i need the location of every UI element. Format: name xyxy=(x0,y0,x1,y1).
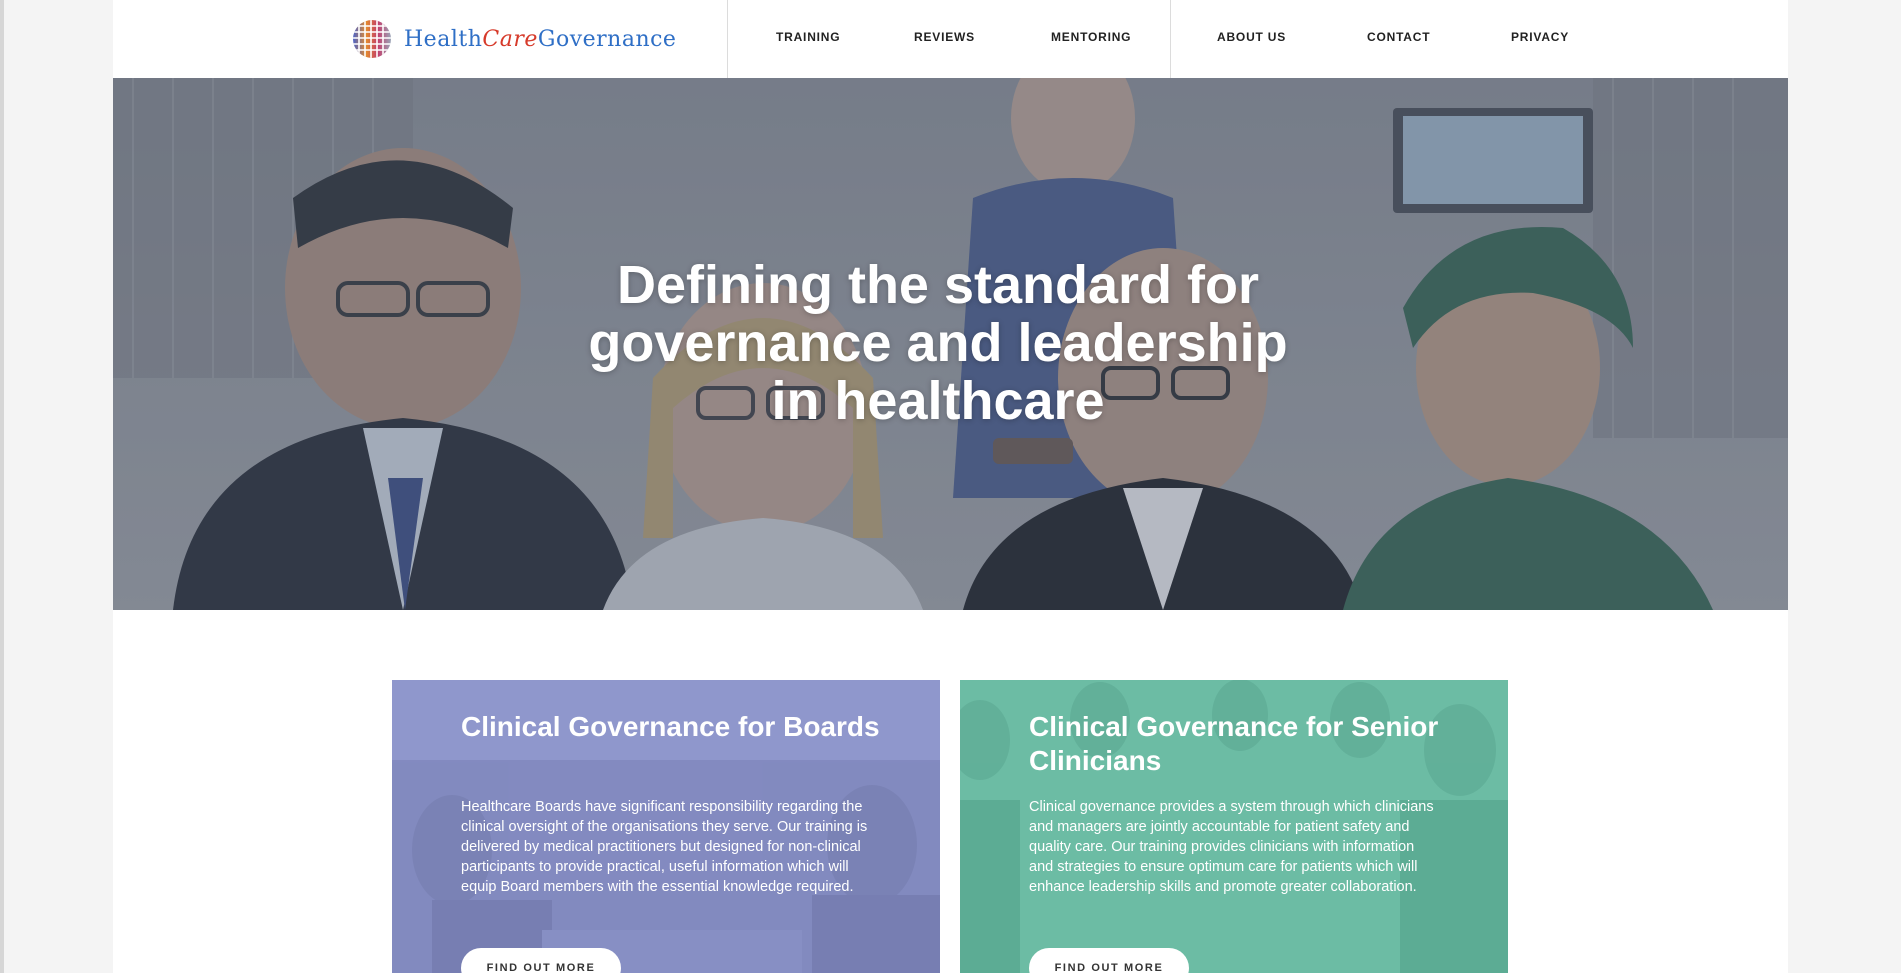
card-description: Clinical governance provides a system th… xyxy=(1029,799,1434,895)
find-out-more-button[interactable]: FIND OUT MORE xyxy=(461,948,621,973)
card-description: Healthcare Boards have significant respo… xyxy=(461,799,868,895)
page-container: HealthCareGovernance TRAINING REVIEWS ME… xyxy=(113,0,1788,973)
nav-reviews[interactable]: REVIEWS xyxy=(914,30,975,44)
globe-logo-icon xyxy=(353,20,391,58)
nav-contact[interactable]: CONTACT xyxy=(1367,30,1430,44)
nav-privacy[interactable]: PRIVACY xyxy=(1511,30,1569,44)
card-title: Clinical Governance for Senior Clinician… xyxy=(1029,711,1439,776)
hero-banner: Defining the standard for governance and… xyxy=(113,78,1788,610)
nav-divider xyxy=(1170,0,1171,78)
hero-headline: Defining the standard for governance and… xyxy=(113,256,1763,430)
logo-wordmark: HealthCareGovernance xyxy=(404,27,676,52)
nav-about-us[interactable]: ABOUT US xyxy=(1217,30,1286,44)
logo-word-care: Care xyxy=(482,26,538,52)
hero-headline-line: in healthcare xyxy=(771,371,1105,431)
card-boards: Clinical Governance for Boards Healthcar… xyxy=(392,680,940,973)
hero-headline-line: Defining the standard for xyxy=(616,255,1259,315)
logo-word-governance: Governance xyxy=(537,26,677,52)
site-header: HealthCareGovernance TRAINING REVIEWS ME… xyxy=(113,0,1788,78)
browser-left-edge xyxy=(0,0,4,973)
card-title: Clinical Governance for Boards xyxy=(461,711,880,742)
find-out-more-button[interactable]: FIND OUT MORE xyxy=(1029,948,1189,973)
card-senior-clinicians: Clinical Governance for Senior Clinician… xyxy=(960,680,1508,973)
nav-mentoring[interactable]: MENTORING xyxy=(1051,30,1131,44)
site-logo[interactable]: HealthCareGovernance xyxy=(352,18,676,60)
nav-divider xyxy=(727,0,728,78)
nav-training[interactable]: TRAINING xyxy=(776,30,840,44)
hero-headline-line: governance and leadership xyxy=(588,313,1288,373)
logo-word-health: Health xyxy=(404,26,483,52)
